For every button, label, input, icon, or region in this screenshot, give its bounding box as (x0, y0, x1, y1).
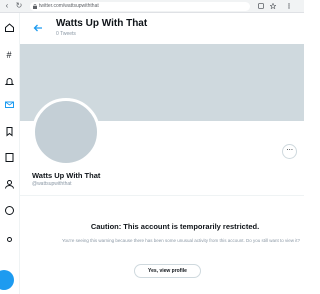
header-tweet-count: 0 Tweets (56, 31, 76, 37)
profile-header: Watts Up With That 0 Tweets (20, 13, 304, 44)
browser-refresh-button[interactable]: ↻ (14, 1, 24, 11)
notifications-icon[interactable] (4, 76, 15, 87)
back-arrow-icon[interactable] (32, 22, 44, 34)
address-url: twitter.com/wattsupwiththat (39, 3, 99, 9)
profile-handle: @wattsupwiththat (32, 181, 72, 187)
left-nav-sidebar: # (0, 13, 20, 294)
explore-icon[interactable]: # (4, 49, 15, 60)
lock-icon (33, 4, 37, 9)
profile-name: Watts Up With That (32, 171, 101, 180)
browser-toolbar: ‹ ↻ twitter.com/wattsupwiththat (0, 0, 304, 13)
star-icon[interactable] (270, 3, 276, 9)
header-title: Watts Up With That (56, 18, 148, 29)
divider (20, 195, 304, 196)
settings-icon[interactable] (4, 234, 15, 245)
svg-text:#: # (7, 50, 12, 60)
view-profile-button[interactable]: Yes, view profile (134, 264, 201, 278)
more-options-button[interactable]: ··· (282, 144, 297, 159)
extension-icon[interactable] (258, 3, 264, 9)
app-window: ‹ ↻ twitter.com/wattsupwiththat # Watts … (0, 0, 304, 294)
compose-tweet-button[interactable] (0, 270, 14, 290)
browser-menu-icon[interactable] (286, 3, 292, 9)
restriction-message: You're seeing this warning because there… (61, 238, 301, 243)
lists-icon[interactable] (4, 152, 15, 163)
more-menu-icon[interactable] (4, 205, 15, 216)
home-icon[interactable] (4, 22, 15, 33)
restriction-title: Caution: This account is temporarily res… (90, 222, 260, 231)
bookmarks-icon[interactable] (4, 126, 15, 137)
avatar[interactable] (32, 98, 100, 166)
messages-icon[interactable] (4, 99, 15, 110)
browser-back-button[interactable]: ‹ (2, 1, 12, 11)
profile-icon[interactable] (4, 179, 15, 190)
address-bar[interactable]: twitter.com/wattsupwiththat (30, 2, 250, 11)
